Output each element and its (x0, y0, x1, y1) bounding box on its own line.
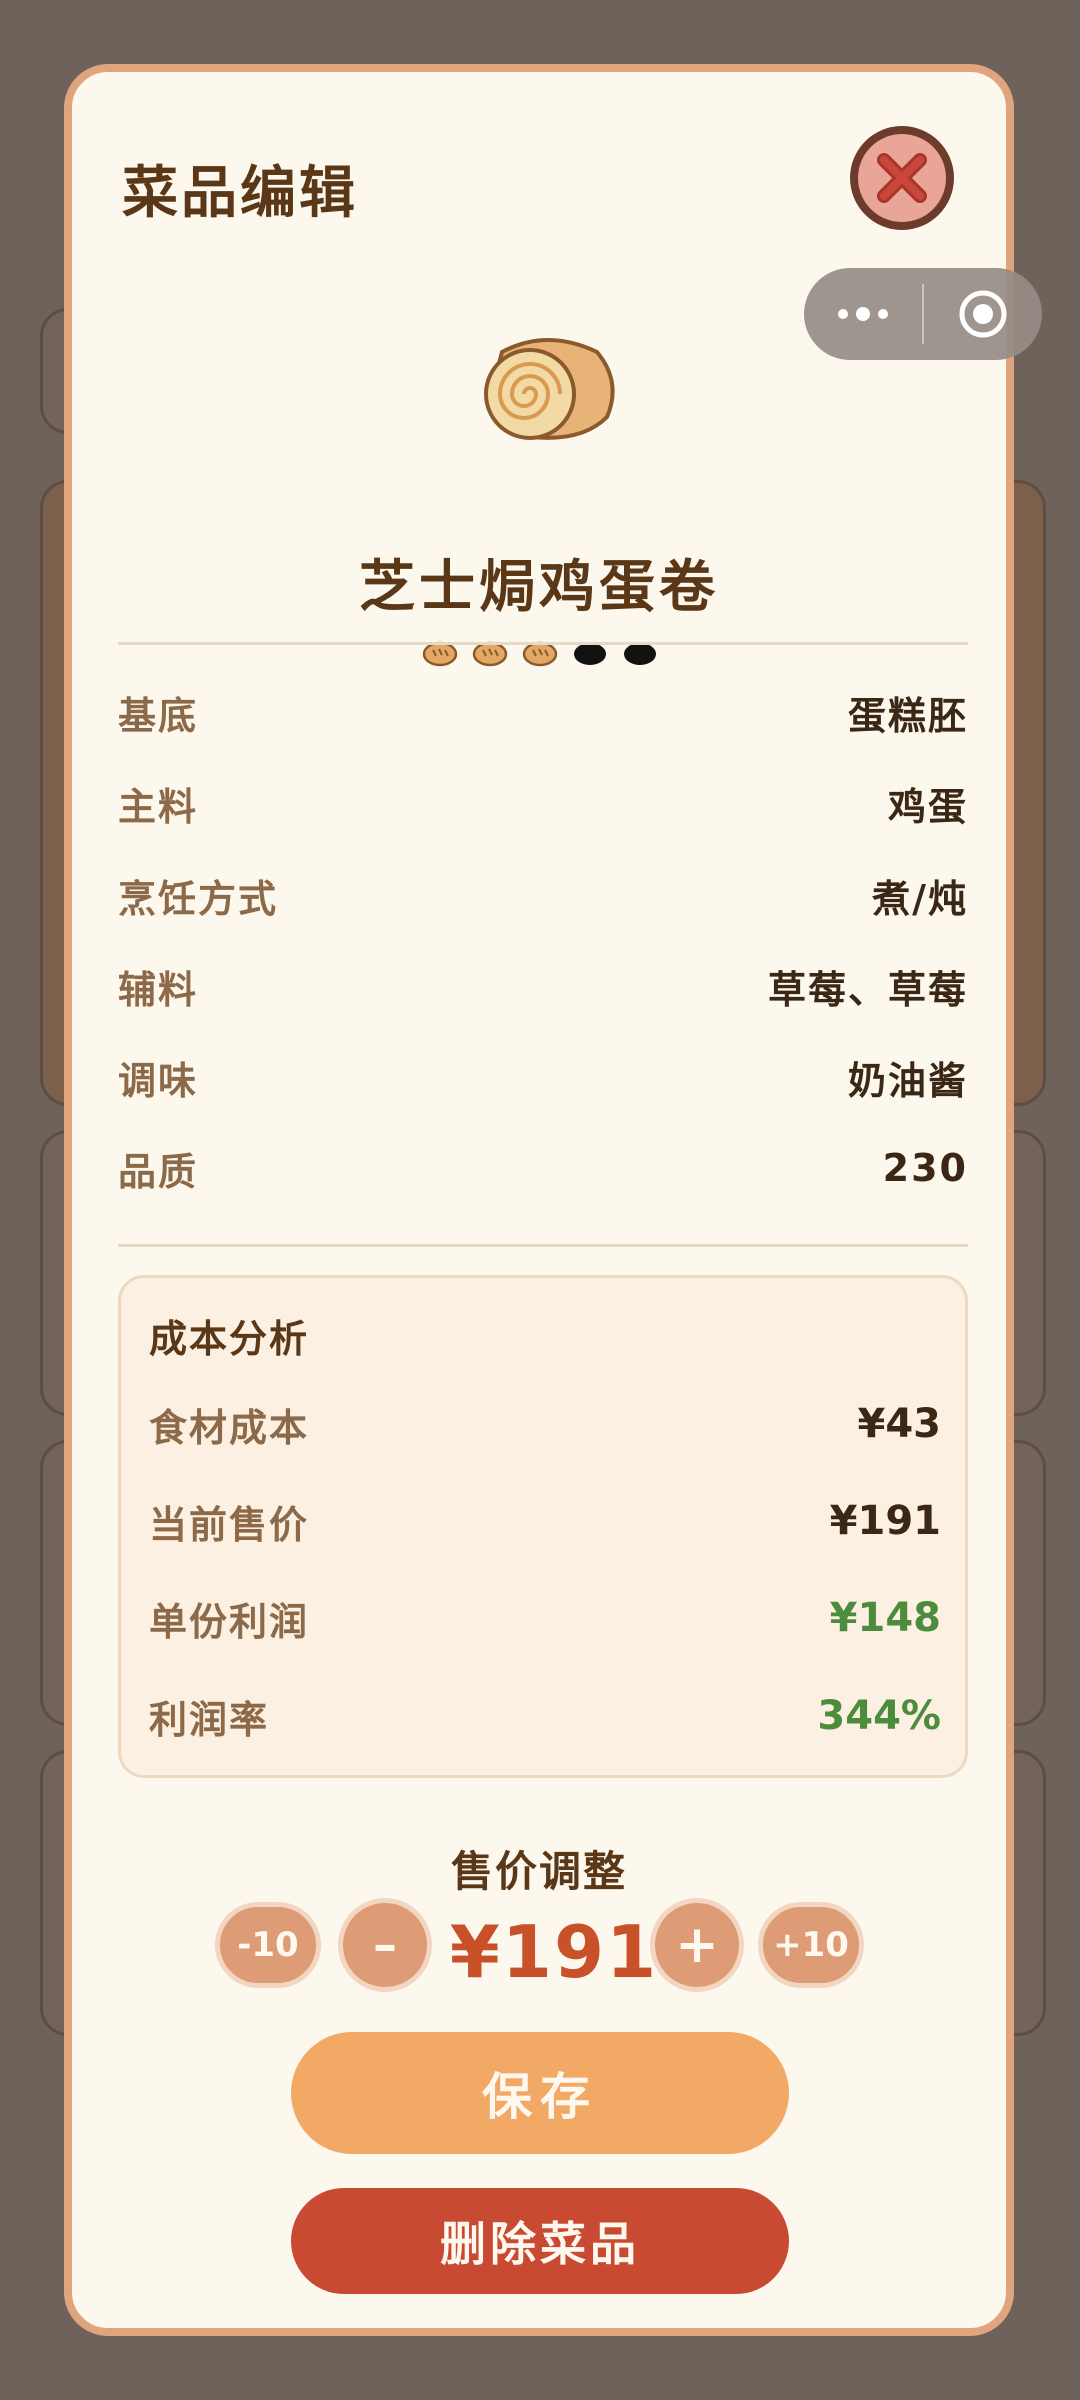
dish-edit-modal: 菜品编辑 芝士焗鸡蛋卷 基底 蛋糕胚 主料 鸡蛋 烹饪方式 煮/炖 辅料 草莓、… (64, 64, 1014, 2336)
cost-row-ingredient: 食材成本 ¥43 (149, 1394, 941, 1454)
attr-value: 奶油酱 (847, 1058, 968, 1103)
divider (118, 1244, 968, 1247)
attr-value: 230 (882, 1146, 968, 1190)
cost-row-price: 当前售价 ¥191 (149, 1491, 941, 1551)
cost-value: ¥191 (829, 1498, 941, 1544)
cost-row-profit: 单份利润 ¥148 (149, 1588, 941, 1648)
cost-row-margin: 利润率 344% (149, 1686, 941, 1746)
modal-title: 菜品编辑 (122, 161, 358, 226)
cost-value: ¥148 (829, 1595, 941, 1641)
cost-label: 食材成本 (149, 1405, 310, 1450)
minus-button[interactable]: – (338, 1898, 432, 1992)
attr-row-quality: 品质 230 (118, 1138, 968, 1198)
attr-label: 辅料 (118, 967, 199, 1012)
close-icon (858, 134, 946, 222)
attr-label: 烹饪方式 (118, 876, 279, 921)
minus-10-button[interactable]: -10 (215, 1902, 321, 1988)
target-icon (959, 290, 1007, 338)
attr-value: 煮/炖 (872, 876, 968, 921)
cost-value: ¥43 (857, 1401, 942, 1447)
miniprogram-capsule (804, 268, 1042, 360)
cost-label: 当前售价 (149, 1502, 310, 1547)
attr-row-seasoning: 调味 奶油酱 (118, 1047, 968, 1107)
save-label: 保存 (482, 2068, 598, 2126)
cost-analysis-panel: 成本分析 食材成本 ¥43 当前售价 ¥191 单份利润 ¥148 利润率 34… (118, 1275, 968, 1778)
attr-row-side: 辅料 草莓、草莓 (118, 956, 968, 1016)
attr-row-base: 基底 蛋糕胚 (118, 682, 968, 742)
delete-label: 删除菜品 (440, 2217, 640, 2271)
dish-name: 芝士焗鸡蛋卷 (359, 555, 719, 620)
attr-label: 主料 (118, 784, 199, 829)
price-adjust-title: 售价调整 (450, 1847, 627, 1896)
more-dots-icon (838, 307, 888, 321)
minus-icon: – (373, 1917, 397, 1973)
swiss-roll-icon (472, 322, 622, 450)
more-button[interactable] (804, 268, 922, 360)
plus-button[interactable]: + (650, 1898, 744, 1992)
save-button[interactable]: 保存 (291, 2032, 789, 2154)
plus-10-label: +10 (773, 1925, 849, 1965)
attr-value: 草莓、草莓 (767, 967, 968, 1012)
plus-icon: + (675, 1915, 719, 1975)
cost-analysis-title: 成本分析 (149, 1317, 310, 1361)
attr-label: 基底 (118, 693, 199, 738)
price-display: ¥191 (449, 1910, 659, 1994)
attr-label: 调味 (118, 1058, 199, 1103)
minus-10-label: -10 (237, 1925, 299, 1965)
attr-value: 鸡蛋 (887, 784, 968, 829)
attr-row-main: 主料 鸡蛋 (118, 773, 968, 833)
attr-label: 品质 (118, 1149, 199, 1194)
attr-value: 蛋糕胚 (847, 693, 968, 738)
close-button[interactable] (850, 126, 954, 230)
divider (118, 642, 968, 645)
exit-miniprogram-button[interactable] (924, 268, 1042, 360)
cost-value: 344% (817, 1693, 941, 1739)
delete-dish-button[interactable]: 删除菜品 (291, 2188, 789, 2294)
plus-10-button[interactable]: +10 (758, 1902, 864, 1988)
cost-label: 单份利润 (149, 1599, 310, 1644)
cost-label: 利润率 (149, 1697, 270, 1742)
attr-row-cooking: 烹饪方式 煮/炖 (118, 865, 968, 925)
